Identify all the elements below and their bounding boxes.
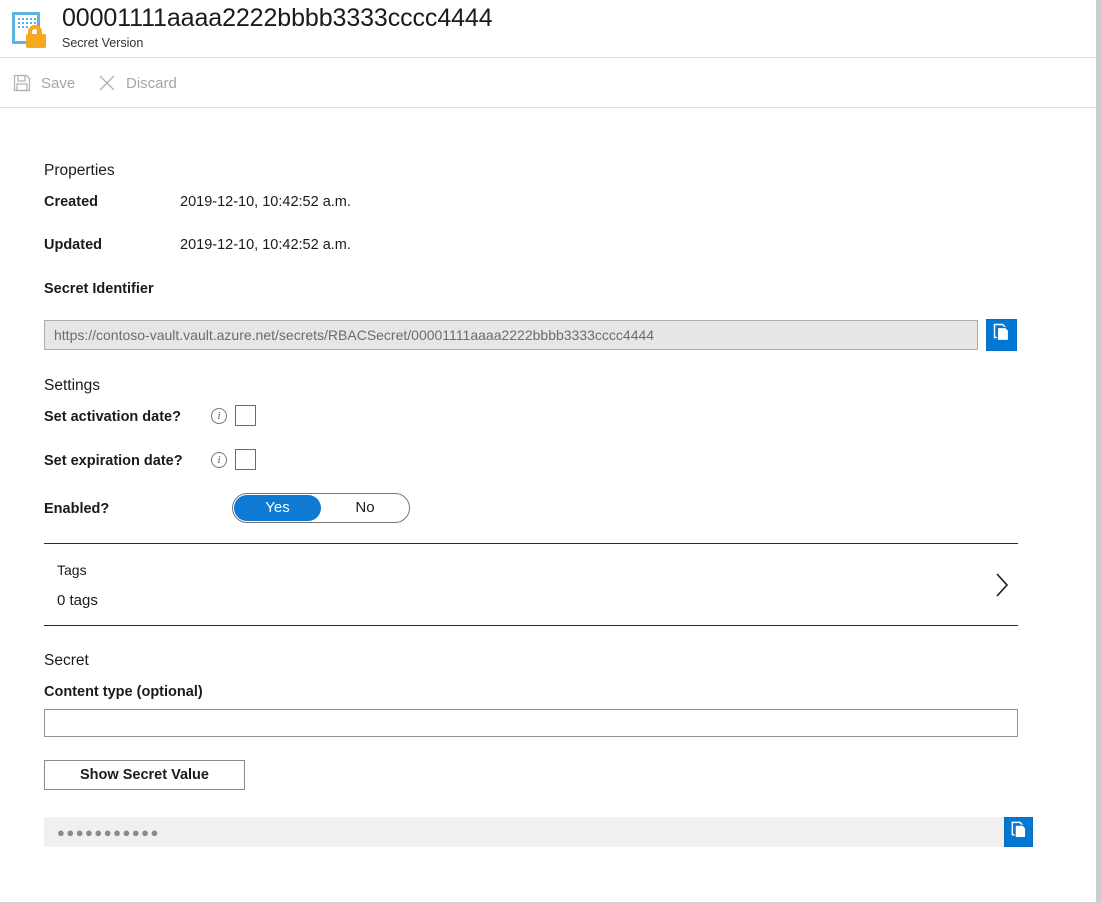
enabled-toggle-yes[interactable]: Yes	[234, 495, 321, 521]
expiration-info-icon[interactable]: i	[211, 452, 227, 468]
tags-count: 0 tags	[57, 592, 98, 609]
copy-secret-identifier-button[interactable]	[986, 319, 1017, 351]
tags-title: Tags	[57, 562, 87, 578]
secret-identifier-field[interactable]: https://contoso-vault.vault.azure.net/se…	[44, 320, 978, 350]
enabled-label: Enabled?	[44, 501, 110, 517]
set-expiration-date-label: Set expiration date?	[44, 453, 183, 469]
content-type-input[interactable]	[44, 709, 1018, 737]
copy-icon	[991, 322, 1012, 348]
copy-secret-value-button[interactable]	[1004, 817, 1033, 847]
settings-heading: Settings	[44, 377, 101, 394]
secret-certificate-lock-icon	[11, 11, 51, 49]
show-secret-value-button[interactable]: Show Secret Value	[44, 760, 245, 790]
secret-value-field[interactable]: ●●●●●●●●●●●	[44, 817, 1004, 847]
secret-heading: Secret	[44, 652, 89, 669]
page-title: 00001111aaaa2222bbbb3333cccc4444	[62, 4, 493, 32]
save-button[interactable]: Save	[12, 59, 75, 107]
secret-identifier-label: Secret Identifier	[44, 281, 154, 297]
enabled-toggle-no[interactable]: No	[325, 495, 405, 521]
set-activation-date-label: Set activation date?	[44, 409, 181, 425]
set-expiration-date-checkbox[interactable]	[235, 449, 256, 470]
secret-version-blade: 00001111aaaa2222bbbb3333cccc4444 Secret …	[0, 0, 1101, 903]
copy-icon	[1009, 820, 1029, 845]
chevron-right-icon	[992, 570, 1012, 600]
discard-button[interactable]: Discard	[97, 59, 177, 107]
blade-header: 00001111aaaa2222bbbb3333cccc4444 Secret …	[0, 0, 1096, 58]
save-floppy-icon	[12, 73, 32, 93]
enabled-toggle[interactable]: Yes No	[232, 493, 410, 523]
close-x-icon	[97, 73, 117, 93]
set-activation-date-checkbox[interactable]	[235, 405, 256, 426]
updated-label: Updated	[44, 237, 102, 253]
content-type-label: Content type (optional)	[44, 684, 203, 700]
secret-value-masked: ●●●●●●●●●●●	[57, 824, 160, 840]
properties-heading: Properties	[44, 162, 115, 179]
page-subtitle: Secret Version	[62, 36, 144, 50]
created-label: Created	[44, 194, 98, 210]
updated-value: 2019-12-10, 10:42:52 a.m.	[180, 237, 351, 253]
activation-info-icon[interactable]: i	[211, 408, 227, 424]
save-button-label: Save	[41, 74, 76, 92]
created-value: 2019-12-10, 10:42:52 a.m.	[180, 194, 351, 210]
discard-button-label: Discard	[126, 74, 177, 92]
command-bar: Save Discard	[0, 59, 1096, 108]
tags-section[interactable]: Tags 0 tags	[44, 543, 1018, 626]
